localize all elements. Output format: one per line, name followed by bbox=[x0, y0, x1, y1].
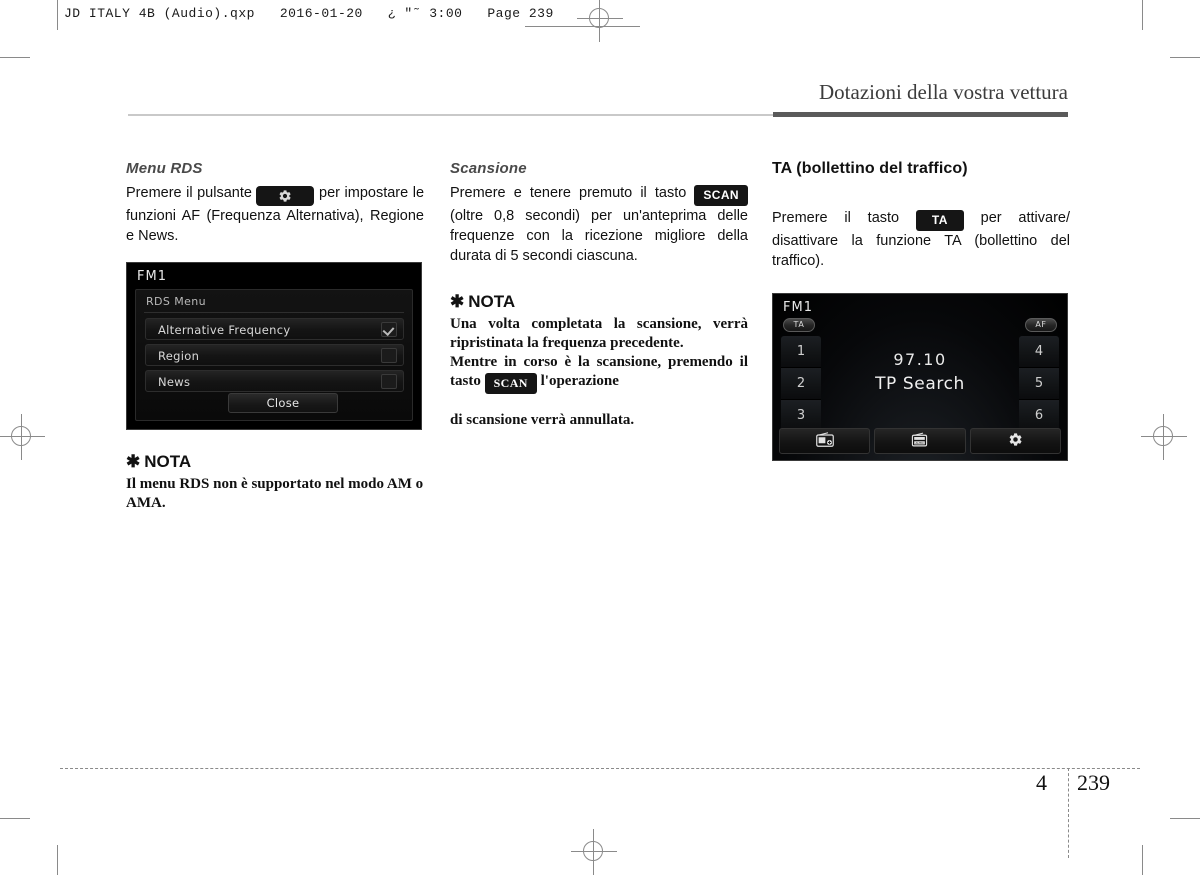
note-block-rds: ✱ NOTA Il menu RDS non è supportato nel m… bbox=[126, 452, 424, 513]
asterisk-icon: ✱ bbox=[126, 452, 141, 471]
registration-mark-left bbox=[0, 414, 45, 460]
trim-mark-top-left-vertical bbox=[57, 0, 58, 30]
toolbar-button-radio-auto[interactable]: AUTO bbox=[874, 428, 966, 454]
subheading-scansione: Scansione bbox=[450, 160, 527, 177]
footer-dashed-rule bbox=[60, 768, 1140, 769]
registration-mark-top bbox=[577, 0, 623, 42]
rds-menu-panel: RDS Menu Alternative Frequency Region Ne… bbox=[135, 289, 413, 421]
section-heading-ta: TA (bollettino del traffico) bbox=[772, 160, 968, 177]
note-title: NOTA bbox=[468, 292, 516, 311]
toolbar-button-settings[interactable] bbox=[969, 428, 1061, 454]
paragraph-text-before-key: Premere il tasto bbox=[772, 210, 900, 226]
checkbox-checked-icon[interactable] bbox=[381, 322, 397, 337]
preset-button-5[interactable]: 5 bbox=[1019, 368, 1059, 400]
rds-row-alternative-frequency[interactable]: Alternative Frequency bbox=[145, 318, 404, 340]
asterisk-icon: ✱ bbox=[450, 292, 465, 311]
rds-row-label: News bbox=[158, 375, 191, 389]
chapter-running-head: Dotazioni della vostra vettura bbox=[819, 80, 1068, 104]
rds-row-news[interactable]: News bbox=[145, 370, 404, 392]
trim-mark-top-right-vertical bbox=[1142, 0, 1143, 30]
radio-bottom-toolbar: AUTO bbox=[779, 428, 1061, 454]
inline-scan-key: SCAN bbox=[694, 185, 748, 206]
rds-row-label: Region bbox=[158, 349, 200, 363]
trim-mark-bottom-left-horizontal bbox=[0, 818, 30, 819]
radio-list-icon bbox=[815, 431, 834, 451]
folio-page-number: 239 bbox=[1077, 770, 1110, 795]
note-body-line1: Una volta completata la scansione, verrà… bbox=[450, 316, 748, 351]
rds-menu-title: RDS Menu bbox=[146, 295, 206, 308]
paragraph-menu-rds: Premere il pulsante per impostare le fun… bbox=[126, 183, 424, 246]
note-title-row: ✱ NOTA bbox=[450, 292, 748, 312]
inline-ta-key: TA bbox=[915, 210, 964, 231]
footer-dashed-divider bbox=[1068, 768, 1069, 858]
inline-scan-key: SCAN bbox=[484, 373, 537, 394]
trim-mark-top-right-horizontal bbox=[1170, 57, 1200, 58]
column-right: TA (bollettino del traffico) Premere il … bbox=[772, 160, 1070, 461]
rds-menu-title-rule bbox=[144, 312, 404, 313]
note-body-line3: di scansione verrà annullata. bbox=[450, 412, 635, 428]
rds-row-region[interactable]: Region bbox=[145, 344, 404, 366]
checkbox-unchecked-icon[interactable] bbox=[381, 348, 397, 363]
header-rule-dark bbox=[773, 112, 1068, 117]
preset-button-2[interactable]: 2 bbox=[781, 368, 821, 400]
trim-mark-bottom-left-vertical bbox=[57, 845, 58, 875]
gear-icon bbox=[1008, 432, 1023, 451]
rds-row-label: Alternative Frequency bbox=[158, 323, 291, 337]
trim-mark-top-left-horizontal bbox=[0, 57, 30, 58]
note-title: NOTA bbox=[144, 452, 192, 471]
note-block-scansione: ✱ NOTA Una volta completata la scansione,… bbox=[450, 292, 748, 430]
subheading-menu-rds: Menu RDS bbox=[126, 160, 203, 177]
header-rule-light bbox=[128, 114, 773, 116]
badge-af[interactable]: AF bbox=[1025, 318, 1057, 332]
trim-mark-bottom-right-horizontal bbox=[1170, 818, 1200, 819]
rds-source-label: FM1 bbox=[137, 269, 167, 284]
radio-source-label: FM1 bbox=[783, 300, 813, 315]
folio-chapter-number: 4 bbox=[1036, 770, 1047, 795]
paragraph-text-before-icon: Premere il pulsante bbox=[126, 185, 252, 201]
trim-mark-bottom-right-vertical bbox=[1142, 845, 1143, 875]
column-left: Menu RDS Premere il pulsante per imposta… bbox=[126, 160, 424, 513]
print-slug-line: JD ITALY 4B (Audio).qxp 2016-01-20 ¿ "˜ … bbox=[64, 6, 554, 21]
svg-text:AUTO: AUTO bbox=[916, 440, 925, 444]
note-body: Il menu RDS non è supportato nel modo AM… bbox=[126, 476, 424, 511]
paragraph-text-after-key: (oltre 0,8 secondi) per un'anteprima del… bbox=[450, 208, 748, 264]
note-body-line2: Mentre in corso è la scansione, premendo… bbox=[450, 353, 748, 394]
registration-mark-right bbox=[1141, 414, 1187, 460]
preset-column-right: 4 5 6 bbox=[1019, 336, 1059, 432]
paragraph-text-before-key: Premere e tenere premuto il tasto bbox=[450, 185, 687, 201]
radio-auto-icon: AUTO bbox=[911, 432, 928, 451]
note-title-row: ✱ NOTA bbox=[126, 452, 424, 472]
registration-mark-bottom bbox=[571, 829, 617, 875]
column-middle: Scansione Premere e tenere premuto il ta… bbox=[450, 160, 748, 430]
rds-close-button[interactable]: Close bbox=[228, 393, 338, 413]
screenshot-radio-tp-search: FM1 TA AF 1 2 3 4 5 6 97.10 TP Search AU… bbox=[772, 293, 1068, 461]
checkbox-unchecked-icon[interactable] bbox=[381, 374, 397, 389]
inline-gear-button bbox=[256, 186, 315, 206]
preset-column-left: 1 2 3 bbox=[781, 336, 821, 432]
paragraph-ta: Premere il tasto TA per attivare/ disatt… bbox=[772, 208, 1070, 271]
radio-status-text: TP Search bbox=[875, 374, 965, 394]
toolbar-button-radio-list[interactable] bbox=[779, 428, 871, 454]
paragraph-scansione: Premere e tenere premuto il tasto SCAN (… bbox=[450, 183, 748, 266]
note-text-after-key: l'operazione bbox=[540, 373, 619, 389]
screenshot-rds-menu: FM1 RDS Menu Alternative Frequency Regio… bbox=[126, 262, 422, 430]
preset-button-4[interactable]: 4 bbox=[1019, 336, 1059, 368]
print-slug-rule bbox=[525, 26, 640, 27]
preset-button-1[interactable]: 1 bbox=[781, 336, 821, 368]
radio-frequency-display: 97.10 bbox=[893, 350, 947, 369]
badge-ta[interactable]: TA bbox=[783, 318, 815, 332]
